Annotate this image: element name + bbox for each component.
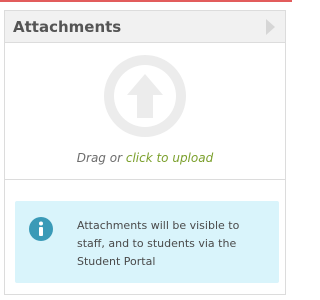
top-accent-bar — [0, 0, 292, 2]
upload-prefix-text: Drag or — [76, 151, 126, 165]
panel-header: Attachments — [5, 11, 285, 43]
info-icon — [29, 217, 53, 241]
panel-title: Attachments — [13, 18, 122, 36]
click-to-upload-link[interactable]: click to upload — [126, 151, 213, 165]
chevron-right-icon[interactable] — [266, 19, 275, 35]
info-notice: Attachments will be visible to staff, an… — [15, 201, 279, 283]
page: Attachments Drag or click to upload Atta… — [0, 0, 292, 300]
upload-instructions: Drag or click to upload — [5, 151, 285, 165]
attachments-panel: Attachments Drag or click to upload Atta… — [4, 10, 286, 295]
upload-dropzone[interactable]: Drag or click to upload — [5, 43, 285, 180]
upload-circle — [104, 55, 186, 137]
info-message: Attachments will be visible to staff, an… — [77, 219, 240, 268]
